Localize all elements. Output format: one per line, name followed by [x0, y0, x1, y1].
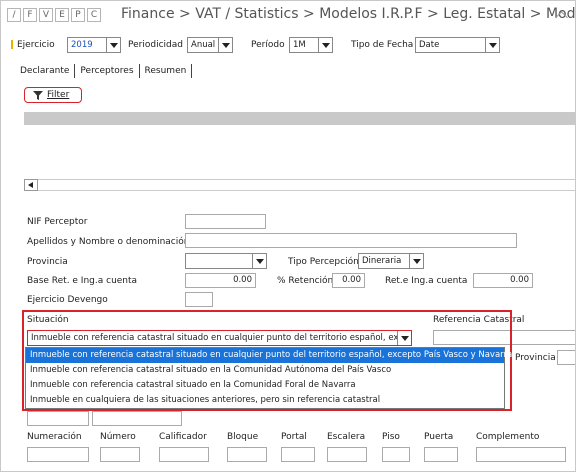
tab-divider	[191, 64, 193, 78]
tab-declarante[interactable]: Declarante	[15, 64, 74, 78]
piso-input[interactable]	[382, 447, 410, 462]
periodo-value: 1M	[293, 40, 306, 50]
arrow-left-icon	[28, 182, 33, 188]
filter-button[interactable]: Filter	[24, 87, 82, 103]
periodo-label: Período	[251, 40, 285, 50]
v-icon[interactable]: V	[39, 8, 53, 22]
situacion-option[interactable]: Inmueble con referencia catastral situad…	[26, 363, 504, 378]
periodo-select[interactable]: 1M	[289, 37, 333, 53]
periodicidad-value: Anual	[191, 40, 216, 50]
slash-icon[interactable]: /	[7, 8, 21, 22]
escalera-input[interactable]	[327, 447, 367, 462]
numeracion-label: Numeración	[27, 432, 82, 442]
puerta-input[interactable]	[424, 447, 458, 462]
ejercicio-devengo-input[interactable]	[185, 292, 213, 307]
tab-perceptores[interactable]: Perceptores	[75, 64, 138, 78]
bloque-label: Bloque	[227, 432, 259, 442]
scroll-left-button[interactable]	[24, 179, 38, 191]
ejercicio-devengo-label: Ejercicio Devengo	[27, 295, 108, 305]
situacion-option[interactable]: Inmueble con referencia catastral situad…	[26, 378, 504, 393]
numero-label: Número	[100, 432, 136, 442]
base-ret-label: Base Ret. e Ing.a cuenta	[27, 276, 138, 286]
p-icon[interactable]: P	[71, 8, 85, 22]
periodicidad-select[interactable]: Anual	[187, 37, 233, 53]
periodicidad-label: Periodicidad	[128, 40, 183, 50]
tipo-percepcion-select[interactable]: Dineraria	[358, 253, 424, 269]
grid-header	[24, 112, 575, 125]
breadcrumb-item[interactable]: Modelos I.R.P.F	[319, 6, 422, 22]
situacion-options-list: Inmueble con referencia catastral situad…	[25, 347, 512, 409]
apellidos-input[interactable]	[185, 233, 517, 248]
pct-retencion-label: % Retención	[277, 276, 334, 286]
hidden-input[interactable]	[92, 411, 182, 426]
calificador-input[interactable]	[159, 447, 209, 462]
bloque-input[interactable]	[227, 447, 267, 462]
horizontal-scrollbar[interactable]	[38, 179, 575, 191]
pct-retencion-input[interactable]: 0.00	[332, 273, 365, 288]
funnel-icon	[33, 90, 43, 100]
provincia2-input[interactable]	[557, 350, 575, 365]
f-icon[interactable]: F	[23, 8, 37, 22]
toolbar: / F V E P C	[7, 8, 101, 22]
apellidos-label: Apellidos y Nombre o denominación	[27, 237, 190, 247]
breadcrumb-item[interactable]: Finance	[121, 6, 175, 22]
situacion-value: Inmueble con referencia catastral situad…	[31, 333, 403, 343]
hidden-input[interactable]	[27, 411, 89, 426]
puerta-label: Puerta	[424, 432, 454, 442]
tipo-fecha-select[interactable]: Date	[415, 37, 500, 53]
ret-ing-input[interactable]: 0.00	[473, 273, 533, 288]
filter-label: Filter	[47, 90, 70, 100]
app-window: / F V E P C Finance > VAT / Statistics >…	[0, 0, 576, 472]
ejercicio-select[interactable]: 2019	[67, 37, 121, 53]
required-marker	[11, 40, 13, 49]
e-icon[interactable]: E	[55, 8, 69, 22]
tipo-percepcion-value: Dineraria	[362, 256, 402, 266]
escalera-label: Escalera	[327, 432, 366, 442]
portal-input[interactable]	[281, 447, 315, 462]
tab-bar: Declarante Perceptores Resumen	[15, 64, 193, 78]
tipo-fecha-label: Tipo de Fecha	[351, 40, 414, 50]
base-ret-input[interactable]: 0.00	[185, 273, 256, 288]
complemento-input[interactable]	[476, 447, 566, 462]
provincia-select[interactable]	[185, 253, 267, 269]
tipo-percepcion-label: Tipo Percepción	[288, 257, 359, 267]
nif-input[interactable]	[185, 214, 266, 229]
piso-label: Piso	[382, 432, 400, 442]
situacion-option[interactable]: Inmueble en cualquiera de las situacione…	[26, 393, 504, 408]
chevron-down-icon[interactable]	[218, 38, 232, 52]
ret-ing-label: Ret.e Ing.a cuenta	[385, 276, 468, 286]
numero-input[interactable]	[100, 447, 140, 462]
breadcrumb-item[interactable]: Leg. Estatal	[443, 6, 525, 22]
chevron-down-icon[interactable]	[318, 38, 332, 52]
chevron-down-icon[interactable]	[397, 331, 411, 345]
ejercicio-label: Ejercicio	[17, 40, 55, 50]
provincia2-label: Provincia	[515, 353, 556, 363]
situacion-option[interactable]: Inmueble con referencia catastral situad…	[26, 348, 512, 363]
chevron-down-icon[interactable]	[252, 254, 266, 268]
tab-resumen[interactable]: Resumen	[140, 64, 192, 78]
portal-label: Portal	[281, 432, 307, 442]
chevron-down-icon[interactable]	[485, 38, 499, 52]
numeracion-input[interactable]	[27, 447, 89, 462]
nif-label: NIF Perceptor	[27, 217, 88, 227]
breadcrumb-item[interactable]: VAT / Statistics	[195, 6, 298, 22]
collapse-icon[interactable]	[555, 8, 568, 24]
calificador-label: Calificador	[159, 432, 207, 442]
chevron-down-icon[interactable]	[409, 254, 423, 268]
situacion-select[interactable]: Inmueble con referencia catastral situad…	[27, 330, 412, 346]
breadcrumb: Finance > VAT / Statistics > Modelos I.R…	[121, 6, 575, 22]
situacion-label: Situación	[27, 315, 69, 325]
chevron-down-icon[interactable]	[106, 38, 120, 52]
complemento-label: Complemento	[476, 432, 540, 442]
c-icon[interactable]: C	[87, 8, 101, 22]
tipo-fecha-value: Date	[419, 40, 440, 50]
ejercicio-value: 2019	[71, 40, 93, 50]
provincia-label: Provincia	[27, 257, 68, 267]
